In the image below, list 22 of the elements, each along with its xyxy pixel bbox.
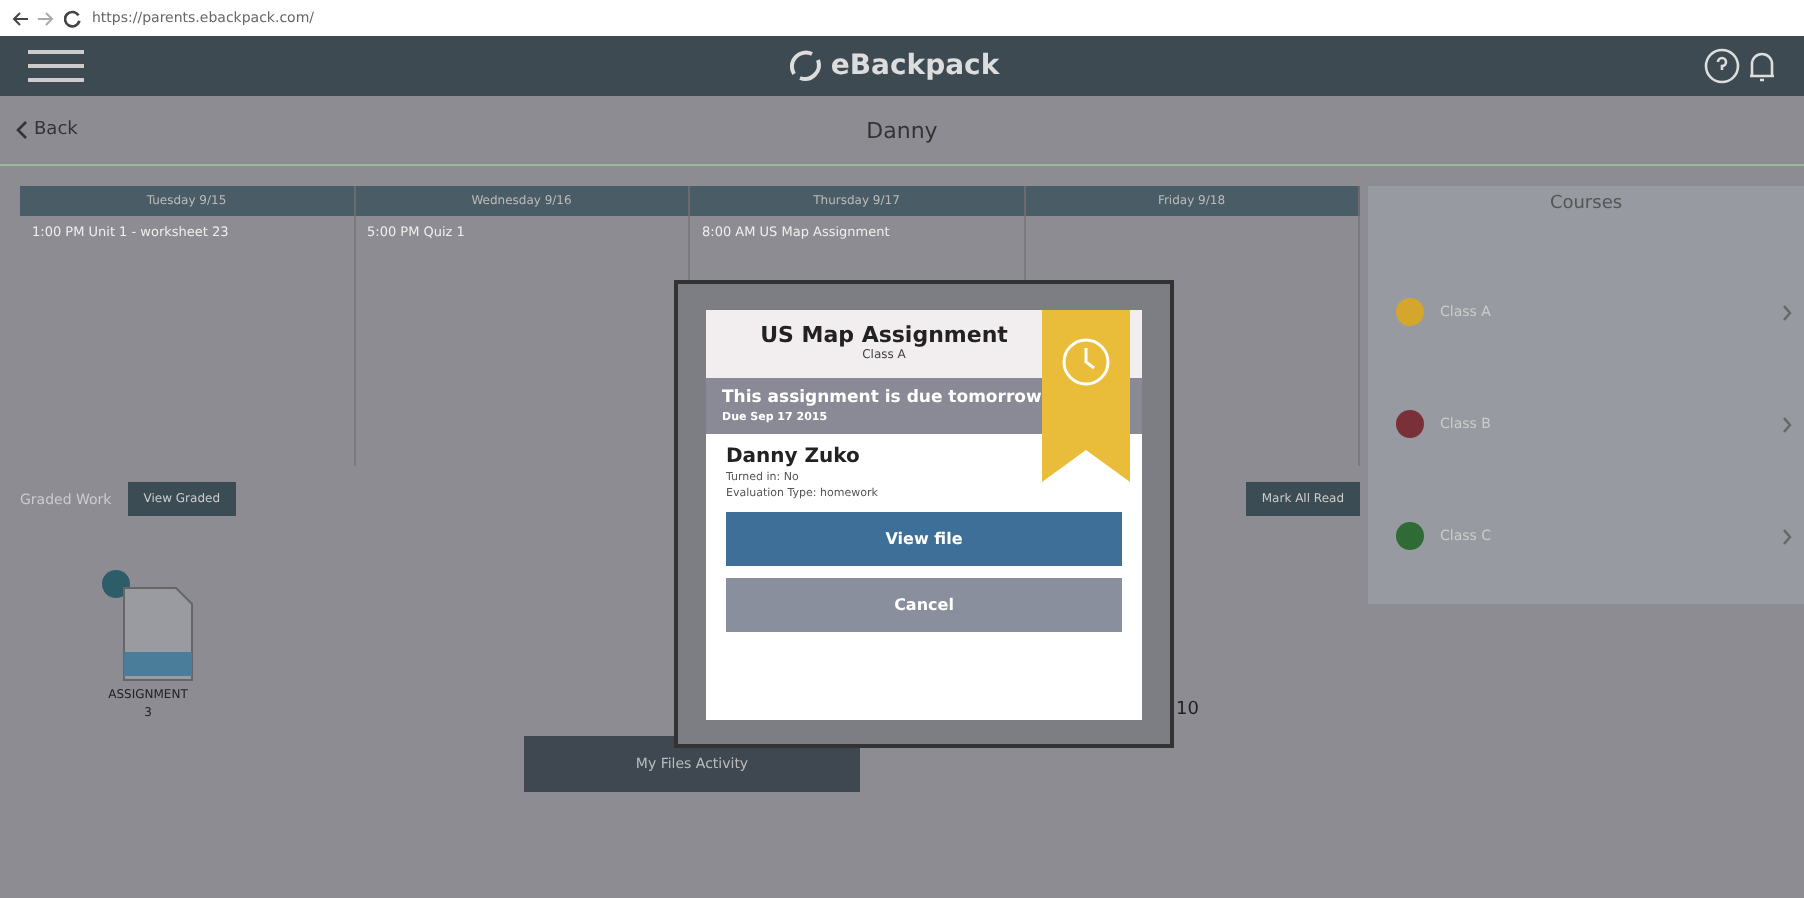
forward-arrow-icon[interactable] (38, 11, 54, 25)
view-file-button[interactable]: View file (726, 511, 1122, 565)
due-notice: This assignment is due tomorrow (722, 387, 1044, 407)
chevron-icon[interactable] (1782, 415, 1792, 433)
cancel-button[interactable]: Cancel (726, 577, 1122, 631)
back-link[interactable]: Back (34, 120, 78, 140)
total-count: 10 (1176, 700, 1199, 720)
document-icon[interactable] (100, 568, 196, 684)
chevron-icon[interactable] (1782, 527, 1792, 545)
logo-icon (788, 48, 825, 84)
reload-icon[interactable] (64, 9, 82, 27)
bell-icon[interactable] (1748, 48, 1776, 84)
menu-icon[interactable] (28, 48, 84, 84)
chevron-icon[interactable] (1782, 303, 1792, 321)
page-title: Danny (864, 117, 940, 143)
modal-title: US Map Assignment (760, 321, 1008, 347)
panel-title: Courses (1547, 194, 1625, 214)
app-logo: eBackpack (830, 50, 1000, 82)
student-name: Danny Zuko (726, 445, 862, 467)
chevron-left-icon[interactable] (16, 120, 28, 140)
help-icon[interactable] (1704, 48, 1740, 84)
back-arrow-icon[interactable] (12, 11, 28, 25)
